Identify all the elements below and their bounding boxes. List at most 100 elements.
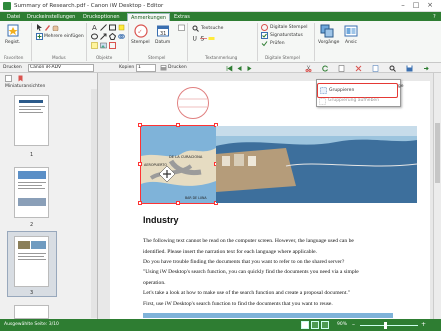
grouping-menu-item[interactable]: Gruppieren (329, 88, 354, 93)
previous-page-icon[interactable] (236, 65, 243, 72)
view-icon[interactable] (344, 24, 358, 38)
zoom-slider-thumb[interactable] (384, 321, 387, 329)
tab-extras[interactable]: Extras (171, 13, 193, 21)
resize-handle[interactable] (138, 201, 142, 205)
frame-icon[interactable] (109, 42, 116, 49)
date-stamp-icon[interactable]: 31 (156, 24, 170, 38)
signature-status-icon[interactable] (261, 32, 268, 39)
calendar-icon[interactable] (178, 24, 185, 31)
thumbnails-title: Miniaturansichten (5, 84, 46, 89)
resize-handle[interactable] (176, 201, 180, 205)
zoom-out-icon[interactable]: – (352, 321, 355, 328)
resize-handle[interactable] (138, 162, 142, 166)
insert-page-icon[interactable] (372, 64, 379, 72)
copies-input[interactable]: 1 (136, 64, 156, 72)
zoom-icon[interactable] (389, 65, 396, 72)
underline-icon[interactable]: U (192, 35, 199, 43)
tab-datei[interactable]: Datei (4, 13, 23, 21)
copies-value: 1 (138, 65, 141, 70)
tab-druckeinstellungen[interactable]: Druckeinstellungen (24, 13, 78, 21)
window-title: Summary of Research.pdf - Canon iW Deskt… (14, 3, 164, 9)
rectangle-icon[interactable] (109, 24, 116, 31)
group-label-text-annotation: Textanmerkung (205, 55, 238, 60)
pen-icon[interactable] (44, 24, 51, 31)
selection-frame[interactable] (140, 125, 217, 204)
text-search-label[interactable]: Textsuche (201, 26, 223, 31)
export-icon[interactable] (423, 65, 430, 72)
order-label[interactable]: Vorgänge (318, 40, 339, 45)
page-settings-icon[interactable] (338, 64, 345, 72)
close-button[interactable]: × (424, 1, 436, 10)
cut-icon[interactable] (305, 64, 312, 72)
text-highlight-icon[interactable] (208, 35, 215, 42)
register-icon[interactable] (6, 24, 20, 38)
page-thumbnail[interactable] (14, 95, 49, 146)
picture-icon[interactable] (100, 42, 107, 49)
date-label[interactable]: Datum (155, 40, 170, 45)
copies-label: Kopien (119, 65, 135, 70)
document-scrollbar[interactable] (433, 73, 441, 319)
scroll-thumb[interactable] (435, 123, 440, 183)
digital-stamp-icon[interactable] (261, 24, 268, 31)
continuous-view-icon[interactable] (321, 321, 329, 329)
ribbon: Regist. Mehrere einfügen A ✓ Stempel 31 … (0, 21, 441, 63)
ungroup-icon (319, 98, 326, 105)
print-button[interactable]: Drucken (168, 65, 187, 70)
minimize-button[interactable]: – (397, 1, 409, 10)
stamp-annotation[interactable] (176, 86, 210, 120)
arrow-icon[interactable] (100, 33, 107, 40)
stamp-label[interactable]: Stempel (131, 40, 150, 45)
text-box-icon[interactable]: A (91, 24, 98, 31)
ellipse-icon[interactable] (91, 33, 98, 40)
multi-insert-label[interactable]: Mehrere einfügen (44, 34, 84, 39)
link-icon[interactable] (118, 33, 125, 40)
next-page-icon[interactable] (246, 65, 253, 72)
help-icon[interactable]: ? (430, 13, 439, 21)
page-thumbnail[interactable] (14, 167, 49, 218)
strikethrough-icon[interactable]: S (200, 35, 207, 42)
check-label[interactable]: Prüfen (270, 41, 285, 46)
body-line: Do you have trouble finding the document… (143, 259, 345, 265)
svg-text:31: 31 (160, 31, 166, 37)
select-icon[interactable] (36, 24, 43, 31)
first-page-icon[interactable] (226, 64, 233, 72)
thumbnails-tab-icon[interactable] (5, 75, 12, 82)
view-label[interactable]: Ansic (345, 40, 357, 45)
digital-stamp-label[interactable]: Digitale Stempel (270, 25, 307, 30)
bookmarks-tab-icon[interactable] (17, 75, 24, 82)
divider (314, 23, 315, 61)
single-page-view-icon[interactable] (301, 321, 309, 329)
resize-handle[interactable] (138, 123, 142, 127)
sticky-note-icon[interactable] (91, 42, 98, 49)
title-bar: Summary of Research.pdf - Canon iW Deskt… (0, 0, 441, 12)
stamp-icon[interactable]: ✓ (134, 24, 148, 38)
highlighter-icon[interactable] (118, 24, 125, 31)
polygon-icon[interactable] (109, 33, 116, 40)
print-label: Drucken (3, 65, 22, 70)
line-icon[interactable] (100, 24, 107, 31)
zoom-in-icon[interactable]: + (421, 321, 426, 328)
tab-druckoptionen[interactable]: Druckoptionen (80, 13, 123, 21)
check-icon[interactable] (261, 40, 268, 47)
ungroup-row: Gruppierung aufheben (317, 98, 398, 105)
thumbnail-scrollbar[interactable] (91, 89, 97, 318)
zoom-slider[interactable] (360, 321, 418, 329)
page-thumbnail[interactable] (14, 305, 49, 319)
printer-icon[interactable] (160, 64, 167, 72)
text-search-icon[interactable] (192, 25, 199, 32)
two-page-view-icon[interactable] (311, 321, 319, 329)
grouping-highlight[interactable]: Gruppieren (317, 83, 398, 98)
hand-icon[interactable] (52, 24, 59, 31)
order-icon[interactable] (320, 24, 334, 38)
page-thumbnail[interactable] (14, 236, 49, 287)
save-icon[interactable] (406, 65, 413, 72)
printer-select[interactable]: Canon iR-ADV (28, 64, 94, 72)
maximize-button[interactable]: □ (410, 1, 422, 10)
tab-anmerkungen[interactable]: Anmerkungen (127, 13, 171, 21)
page-number-2: 2 (30, 222, 34, 228)
rotate-icon[interactable] (322, 65, 329, 72)
delete-icon[interactable] (355, 65, 362, 72)
multi-insert-icon[interactable] (36, 33, 43, 40)
resize-handle[interactable] (176, 123, 180, 127)
signature-status-label[interactable]: Signaturstatus (270, 33, 303, 38)
